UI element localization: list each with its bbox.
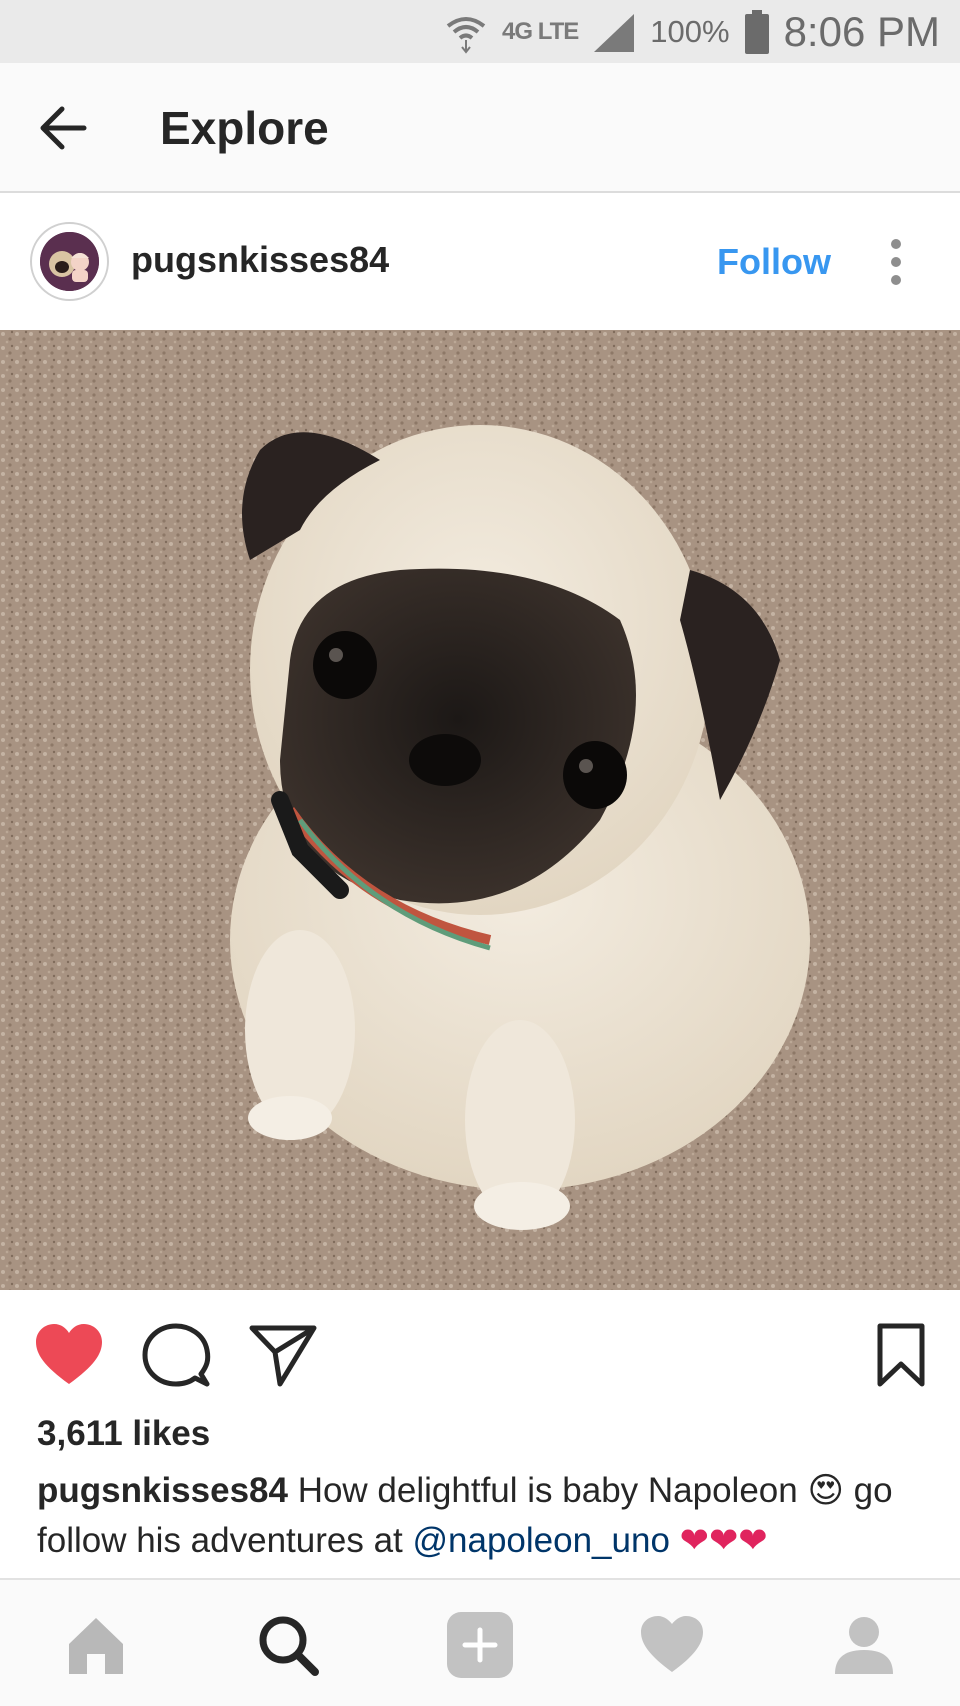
home-icon[interactable] <box>61 1610 131 1680</box>
status-bar: 4G LTE 100% 8:06 PM <box>0 0 960 63</box>
post-actions <box>0 1290 960 1410</box>
top-app-bar: Explore <box>0 63 960 193</box>
caption-text: How delightful is baby Napoleon <box>287 1471 808 1510</box>
heart-filled-icon[interactable] <box>34 1322 104 1388</box>
bottom-navigation <box>0 1578 960 1706</box>
wifi-icon <box>446 16 486 54</box>
profile-icon[interactable] <box>829 1610 899 1680</box>
avatar[interactable] <box>30 222 109 301</box>
follow-button[interactable]: Follow <box>717 241 831 283</box>
arrow-left-icon[interactable] <box>36 103 92 153</box>
caption-username[interactable]: pugsnkisses84 <box>37 1471 288 1510</box>
post-photo[interactable] <box>0 330 960 1290</box>
likes-count[interactable]: 3,611 likes <box>37 1414 210 1454</box>
post-username[interactable]: pugsnkisses84 <box>131 239 389 281</box>
bookmark-icon[interactable] <box>866 1322 936 1388</box>
battery-percent: 100% <box>650 13 730 49</box>
post-caption: pugsnkisses84 How delightful is baby Nap… <box>37 1466 937 1566</box>
avatar-pug-illustration <box>40 232 99 291</box>
avatar-image <box>40 232 99 291</box>
clock: 8:06 PM <box>783 7 940 55</box>
status-bar-right: 4G LTE 100% 8:06 PM <box>444 0 940 63</box>
caption-emoji: 😍 <box>807 1471 844 1510</box>
page-title: Explore <box>160 102 329 154</box>
network-type: 4G LTE <box>502 17 579 45</box>
post-header: pugsnkisses84 Follow <box>0 193 960 330</box>
pug-puppy-photo <box>0 330 960 1290</box>
caption-hearts: ❤❤❤ <box>669 1521 768 1560</box>
battery-icon <box>744 9 769 54</box>
signal-icon <box>594 13 635 52</box>
caption-mention[interactable]: @napoleon_uno <box>412 1521 669 1560</box>
send-icon[interactable] <box>248 1322 318 1388</box>
search-icon[interactable] <box>253 1610 323 1680</box>
more-vertical-icon[interactable] <box>880 237 912 287</box>
comment-icon[interactable] <box>141 1322 211 1388</box>
add-icon[interactable] <box>445 1610 515 1680</box>
activity-heart-icon[interactable] <box>637 1610 707 1680</box>
